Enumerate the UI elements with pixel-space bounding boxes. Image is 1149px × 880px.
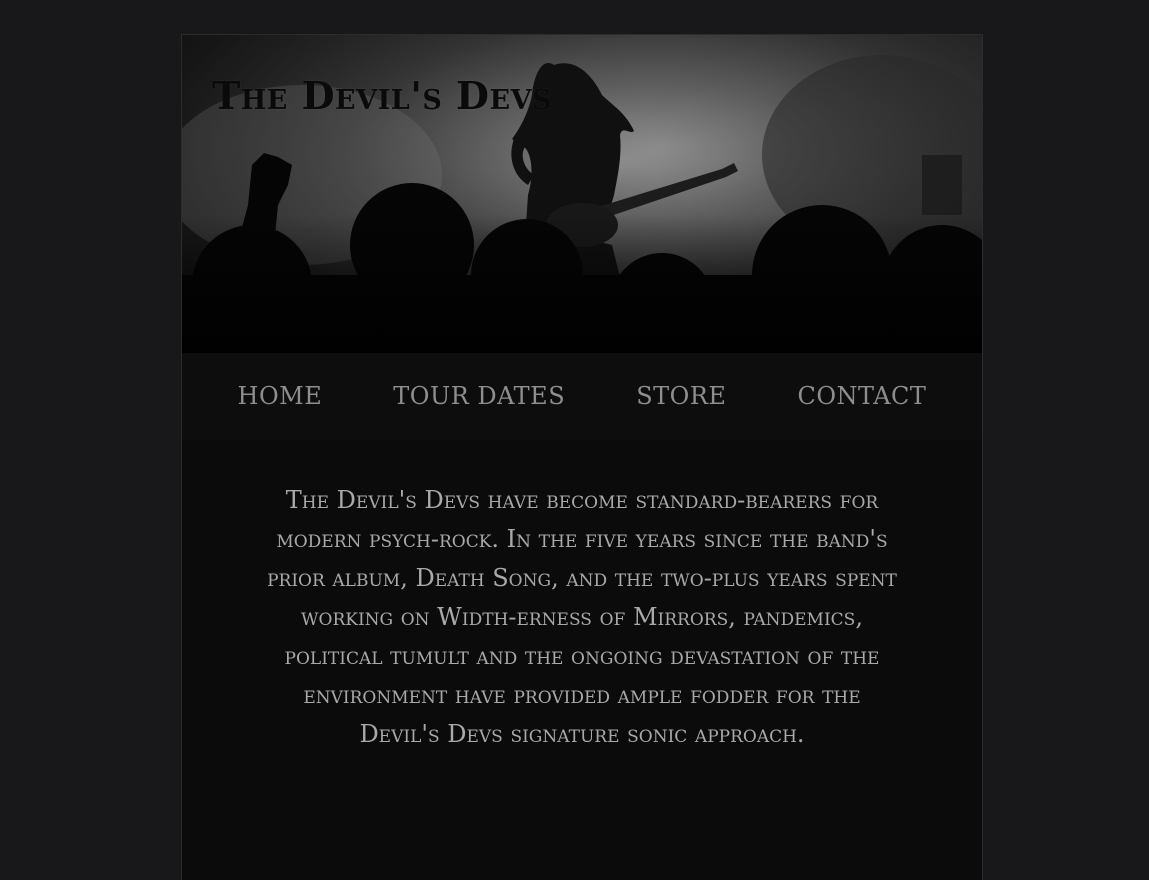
nav-tour-dates[interactable]: TOUR DATES bbox=[393, 382, 565, 410]
nav-contact[interactable]: CONTACT bbox=[797, 382, 926, 410]
nav-store[interactable]: STORE bbox=[636, 382, 726, 410]
band-bio: The Devil's Devs have become standard-be… bbox=[267, 486, 897, 748]
content-container: The Devil's Devs HOME TOUR DATES STORE C… bbox=[181, 34, 983, 880]
nav-home[interactable]: HOME bbox=[238, 382, 323, 410]
hero-banner: The Devil's Devs bbox=[182, 35, 982, 353]
band-name-title: The Devil's Devs bbox=[212, 73, 553, 118]
main-nav: HOME TOUR DATES STORE CONTACT bbox=[182, 353, 982, 439]
